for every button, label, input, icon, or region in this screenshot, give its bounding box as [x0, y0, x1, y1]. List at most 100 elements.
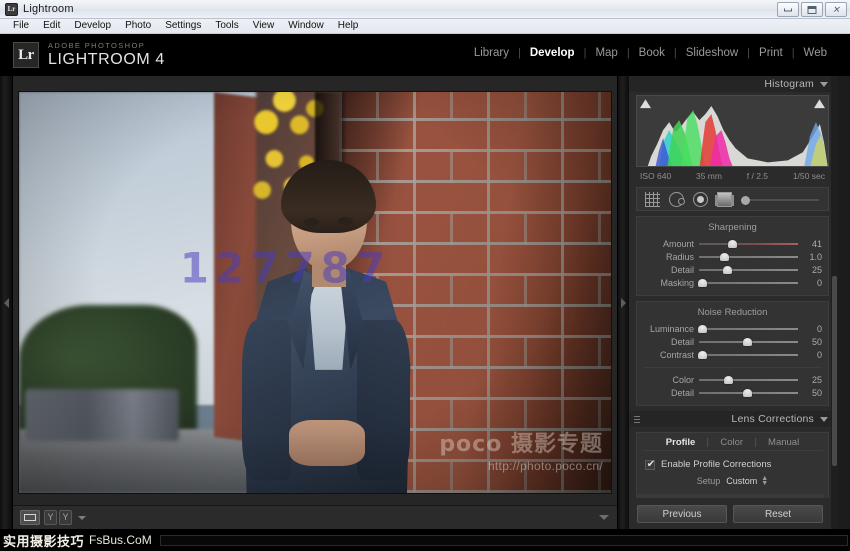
enable-profile-corrections-label: Enable Profile Corrections: [661, 459, 772, 470]
app-body: 127787 poco 摄影专题 http://photo.poco.cn/ Y…: [0, 76, 850, 529]
enable-profile-corrections-row[interactable]: Enable Profile Corrections: [637, 456, 828, 472]
spot-removal-icon[interactable]: [669, 191, 685, 207]
maximize-button[interactable]: [801, 2, 823, 17]
menu-item-window[interactable]: Window: [281, 19, 331, 33]
right-panel-toggle[interactable]: [617, 76, 629, 529]
menu-item-photo[interactable]: Photo: [118, 19, 158, 33]
loupe-view-icon[interactable]: [20, 510, 40, 525]
menu-item-help[interactable]: Help: [331, 19, 366, 33]
toolbar-collapse-icon[interactable]: [599, 515, 609, 520]
watermark-poco: poco 摄影专题 http://photo.poco.cn/: [439, 426, 603, 473]
slider-label: Contrast: [659, 349, 694, 360]
exif-summary: ISO 640 35 mm f / 2.5 1/50 sec: [636, 169, 829, 182]
reset-button[interactable]: Reset: [733, 504, 823, 523]
lightroom-window: Lr Lightroom ✕ File Edit Develop Photo S…: [0, 0, 850, 551]
stepper-icon[interactable]: ▲▼: [761, 475, 768, 487]
lens-corrections-header[interactable]: Lens Corrections: [629, 411, 838, 427]
panel-grip-icon: [634, 415, 640, 423]
graduated-filter-icon[interactable]: [715, 191, 734, 207]
slider-label: Radius: [665, 251, 694, 262]
taskbar-empty-area: [159, 534, 848, 546]
module-web[interactable]: Web: [795, 47, 836, 59]
scrollbar-thumb[interactable]: [832, 276, 837, 466]
exif-focal-length: 35 mm: [695, 170, 722, 181]
slider-sharpening-radius[interactable]: Radius 1.0: [637, 250, 828, 263]
menu-item-settings[interactable]: Settings: [158, 19, 208, 33]
previous-button[interactable]: Previous: [637, 504, 727, 523]
histogram-svg: [637, 96, 828, 166]
slider-nr-detail[interactable]: Detail 50: [637, 335, 828, 348]
crop-overlay-icon[interactable]: [645, 191, 660, 207]
enable-profile-corrections-checkbox[interactable]: [645, 459, 656, 471]
right-panel: Histogram ISO 640 35 mm f / 2.5 1/50 sec…: [629, 76, 838, 529]
app-icon: Lr: [5, 2, 18, 16]
tab-color[interactable]: Color: [708, 437, 755, 448]
noise-reduction-title: Noise Reduction: [697, 307, 768, 318]
slider-value: 1.0: [809, 251, 822, 262]
module-develop[interactable]: Develop: [521, 47, 584, 59]
slider-sharpening-detail[interactable]: Detail 25: [637, 263, 828, 276]
noise-reduction-panel: Noise Reduction Luminance 0 Detail 50 Co…: [636, 301, 829, 406]
slider-sharpening-amount[interactable]: Amount 41: [637, 237, 828, 250]
exif-iso: ISO 640: [640, 170, 672, 181]
lightroom-app: Lr ADOBE PHOTOSHOP LIGHTROOM 4 Library |…: [0, 34, 850, 551]
window-title-bar: Lr Lightroom ✕: [0, 0, 850, 19]
lightroom-logo-icon: Lr: [13, 42, 39, 68]
chevron-down-icon[interactable]: [820, 81, 828, 87]
adjustment-brush-slider[interactable]: [741, 192, 819, 207]
slider-value: 41: [811, 238, 822, 249]
sharpening-title: Sharpening: [708, 222, 757, 233]
slider-label: Amount: [662, 238, 694, 249]
watermark-poco-url: http://photo.poco.cn/: [487, 459, 603, 473]
slider-nr-color-detail[interactable]: Detail 50: [637, 386, 828, 399]
photo-preview[interactable]: 127787 poco 摄影专题 http://photo.poco.cn/: [19, 92, 611, 493]
histogram-title: Histogram: [764, 78, 814, 90]
chevron-down-icon[interactable]: [820, 416, 828, 422]
menu-item-view[interactable]: View: [246, 19, 282, 33]
minimize-button[interactable]: [777, 2, 799, 17]
compare-view-buttons[interactable]: Y Y: [44, 510, 72, 525]
slider-sharpening-masking[interactable]: Masking 0: [637, 276, 828, 289]
module-library[interactable]: Library: [465, 47, 518, 59]
module-print[interactable]: Print: [750, 47, 792, 59]
chevron-down-icon[interactable]: [78, 515, 86, 520]
module-book[interactable]: Book: [630, 47, 674, 59]
exif-shutter-speed: 1/50 sec: [792, 170, 825, 181]
menu-item-edit[interactable]: Edit: [36, 19, 67, 33]
slider-nr-color[interactable]: Color 25: [637, 373, 828, 386]
histogram-graph[interactable]: [636, 95, 829, 167]
setup-value[interactable]: Custom: [726, 476, 757, 486]
module-map[interactable]: Map: [586, 47, 626, 59]
app-header: Lr ADOBE PHOTOSHOP LIGHTROOM 4 Library |…: [0, 34, 850, 76]
slider-value: 25: [811, 264, 822, 275]
detail-panel: Sharpening Amount 41 Radius 1.0 Detail 2…: [636, 216, 829, 296]
slider-value: 25: [811, 374, 822, 385]
compare-after-icon[interactable]: Y: [59, 510, 72, 525]
slider-nr-contrast[interactable]: Contrast 0: [637, 348, 828, 361]
setup-row[interactable]: Setup Custom ▲ ▼: [637, 474, 828, 488]
menu-item-file[interactable]: File: [6, 19, 36, 33]
slider-value: 0: [816, 349, 822, 360]
lens-corrections-tabs: Profile Color Manual: [642, 435, 823, 451]
compare-before-icon[interactable]: Y: [44, 510, 57, 525]
view-toolbar: Y Y: [13, 505, 617, 529]
slider-value: 0: [816, 323, 822, 334]
right-panel-scrollbar[interactable]: [831, 76, 838, 529]
slider-label: Detail: [670, 264, 694, 275]
module-slideshow[interactable]: Slideshow: [677, 47, 747, 59]
menu-item-develop[interactable]: Develop: [67, 19, 118, 33]
tab-manual[interactable]: Manual: [756, 437, 811, 448]
red-eye-icon[interactable]: [693, 191, 708, 207]
histogram-panel-header[interactable]: Histogram: [629, 76, 838, 92]
close-button[interactable]: ✕: [825, 2, 847, 17]
tab-profile[interactable]: Profile: [654, 437, 708, 448]
watermark-poco-brand: poco 摄影专题: [439, 432, 603, 457]
bottom-taskbar: 实用摄影技巧 FsBus.CoM: [0, 529, 850, 551]
chevron-left-icon: [3, 297, 9, 308]
menu-item-tools[interactable]: Tools: [208, 19, 245, 33]
left-panel-toggle[interactable]: [0, 76, 13, 529]
slider-nr-luminance[interactable]: Luminance 0: [637, 322, 828, 335]
slider-label: Color: [672, 374, 694, 385]
setup-label: Setup: [696, 476, 721, 486]
module-picker: Library | Develop | Map | Book | Slidesh…: [465, 47, 836, 59]
